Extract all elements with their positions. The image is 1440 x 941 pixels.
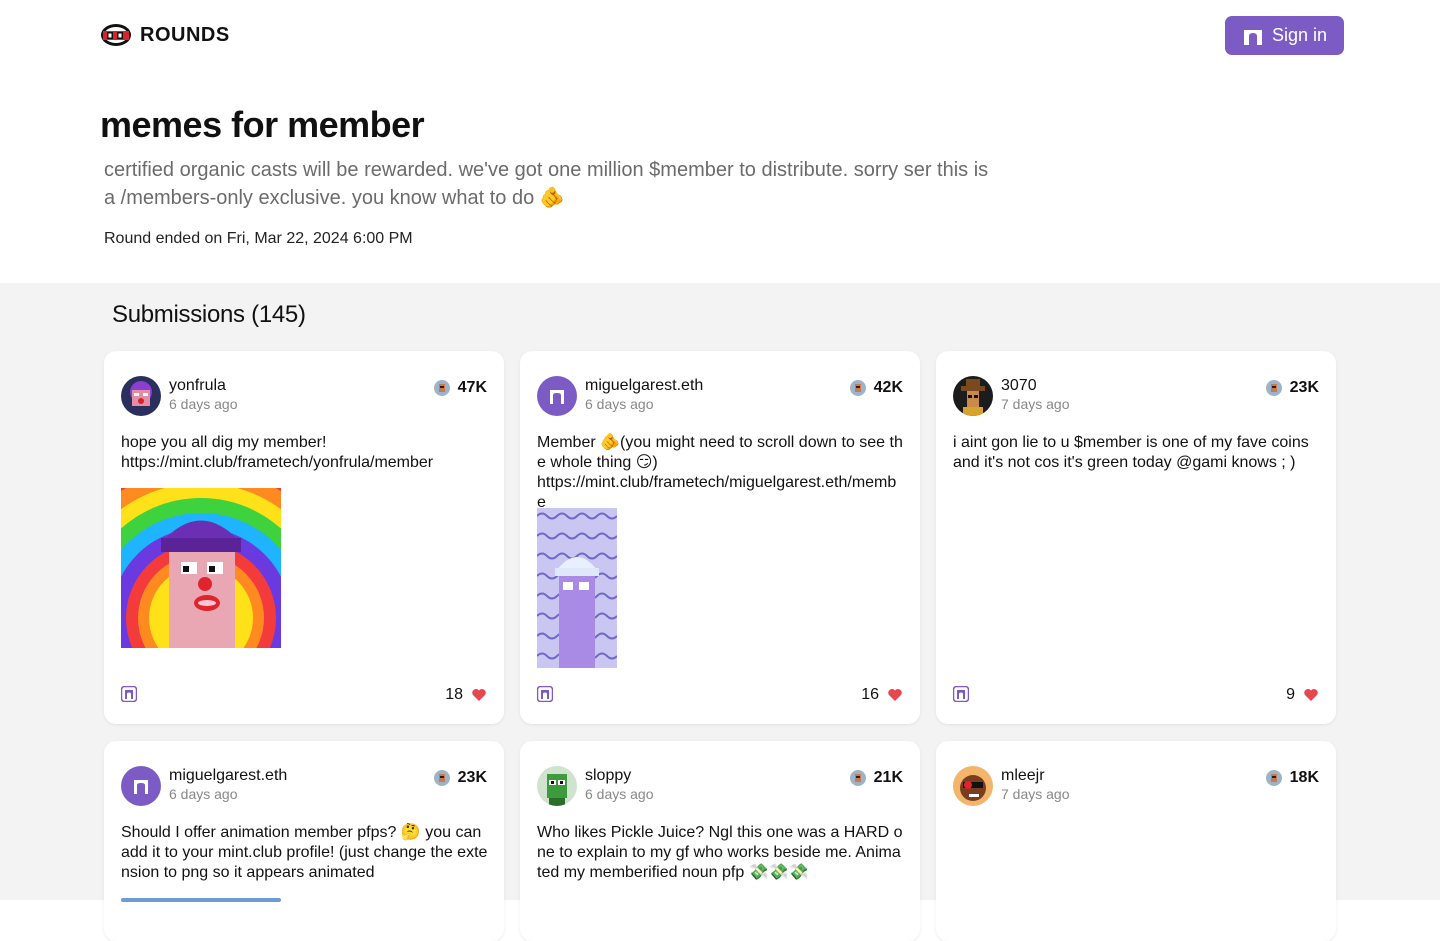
avatar[interactable]	[537, 766, 577, 806]
sign-in-label: Sign in	[1271, 25, 1328, 45]
submissions-section: Submissions (145) yonfrula 6 days ago 47…	[0, 283, 1440, 941]
cast-text: Member 🫵(you might need to scroll down t…	[537, 434, 903, 511]
score-badge: 42K	[849, 379, 903, 397]
member-coin-icon	[849, 380, 866, 396]
submission-card[interactable]: yonfrula 6 days ago 47K hope you all dig…	[104, 351, 504, 724]
username[interactable]: sloppy	[585, 767, 631, 785]
brand-logo[interactable]: ROUNDS	[100, 22, 230, 48]
heart-icon	[888, 689, 902, 701]
submission-card[interactable]: mleejr 7 days ago 18K	[936, 741, 1336, 941]
score-value: 42K	[873, 379, 903, 396]
like-count[interactable]: 18	[445, 686, 487, 704]
timestamp: 6 days ago	[169, 396, 238, 412]
member-coin-icon	[433, 380, 450, 396]
heart-icon	[472, 689, 486, 701]
cast-text: hope you all dig my member! https://mint…	[121, 434, 434, 471]
page-title: memes for member	[100, 104, 425, 145]
like-count-value: 9	[1286, 686, 1295, 703]
score-value: 23K	[1289, 379, 1319, 396]
top-bar: ROUNDS Sign in	[0, 0, 1440, 72]
avatar[interactable]	[953, 766, 993, 806]
like-count[interactable]: 16	[861, 686, 903, 704]
username[interactable]: miguelgarest.eth	[169, 767, 287, 785]
member-coin-icon	[433, 770, 450, 786]
arch-icon[interactable]	[121, 686, 137, 702]
score-badge: 18K	[1265, 769, 1319, 787]
cast-image[interactable]	[121, 488, 281, 648]
sign-in-button[interactable]: Sign in	[1225, 16, 1344, 55]
avatar[interactable]	[953, 376, 993, 416]
cast-text: i aint gon lie to u $member is one of my…	[953, 434, 1314, 471]
submissions-heading: Submissions (145)	[112, 301, 306, 328]
score-badge: 47K	[433, 379, 487, 397]
submission-card[interactable]: miguelgarest.eth 6 days ago 23K Should I…	[104, 741, 504, 941]
timestamp: 7 days ago	[1001, 786, 1070, 802]
member-coin-icon	[849, 770, 866, 786]
username[interactable]: miguelgarest.eth	[585, 377, 703, 395]
cast-text: Should I offer animation member pfps? 🤔 …	[121, 824, 488, 881]
cast-text: Who likes Pickle Juice? Ngl this one was…	[537, 824, 903, 881]
round-header: memes for member certified organic casts…	[0, 72, 1440, 283]
arch-icon	[1243, 29, 1262, 45]
like-count-value: 18	[445, 686, 463, 703]
score-value: 23K	[457, 769, 487, 786]
round-ended-status: Round ended on Fri, Mar 22, 2024 6:00 PM	[104, 230, 413, 247]
arch-icon[interactable]	[953, 686, 969, 702]
like-count-value: 16	[861, 686, 879, 703]
score-badge: 21K	[849, 769, 903, 787]
cast-image[interactable]	[121, 898, 281, 902]
submission-card[interactable]: 3070 7 days ago 23K i aint gon lie to u …	[936, 351, 1336, 724]
like-count[interactable]: 9	[1286, 686, 1319, 704]
score-value: 21K	[873, 769, 903, 786]
timestamp: 6 days ago	[585, 786, 654, 802]
cast-image[interactable]	[537, 508, 617, 668]
username[interactable]: 3070	[1001, 377, 1037, 395]
rounds-logo-icon	[101, 24, 131, 46]
brand-name: ROUNDS	[140, 23, 230, 46]
timestamp: 6 days ago	[585, 396, 654, 412]
member-coin-icon	[1265, 380, 1282, 396]
username[interactable]: yonfrula	[169, 377, 226, 395]
submission-card[interactable]: miguelgarest.eth 6 days ago 42K Member 🫵…	[520, 351, 920, 724]
score-badge: 23K	[1265, 379, 1319, 397]
timestamp: 6 days ago	[169, 786, 238, 802]
username[interactable]: mleejr	[1001, 767, 1045, 785]
score-badge: 23K	[433, 769, 487, 787]
arch-icon[interactable]	[537, 686, 553, 702]
score-value: 47K	[457, 379, 487, 396]
avatar[interactable]	[537, 376, 577, 416]
submission-card[interactable]: sloppy 6 days ago 21K Who likes Pickle J…	[520, 741, 920, 941]
timestamp: 7 days ago	[1001, 396, 1070, 412]
score-value: 18K	[1289, 769, 1319, 786]
member-coin-icon	[1265, 770, 1282, 786]
avatar[interactable]	[121, 376, 161, 416]
heart-icon	[1304, 689, 1318, 701]
avatar[interactable]	[121, 766, 161, 806]
round-description: certified organic casts will be rewarded…	[104, 159, 989, 209]
